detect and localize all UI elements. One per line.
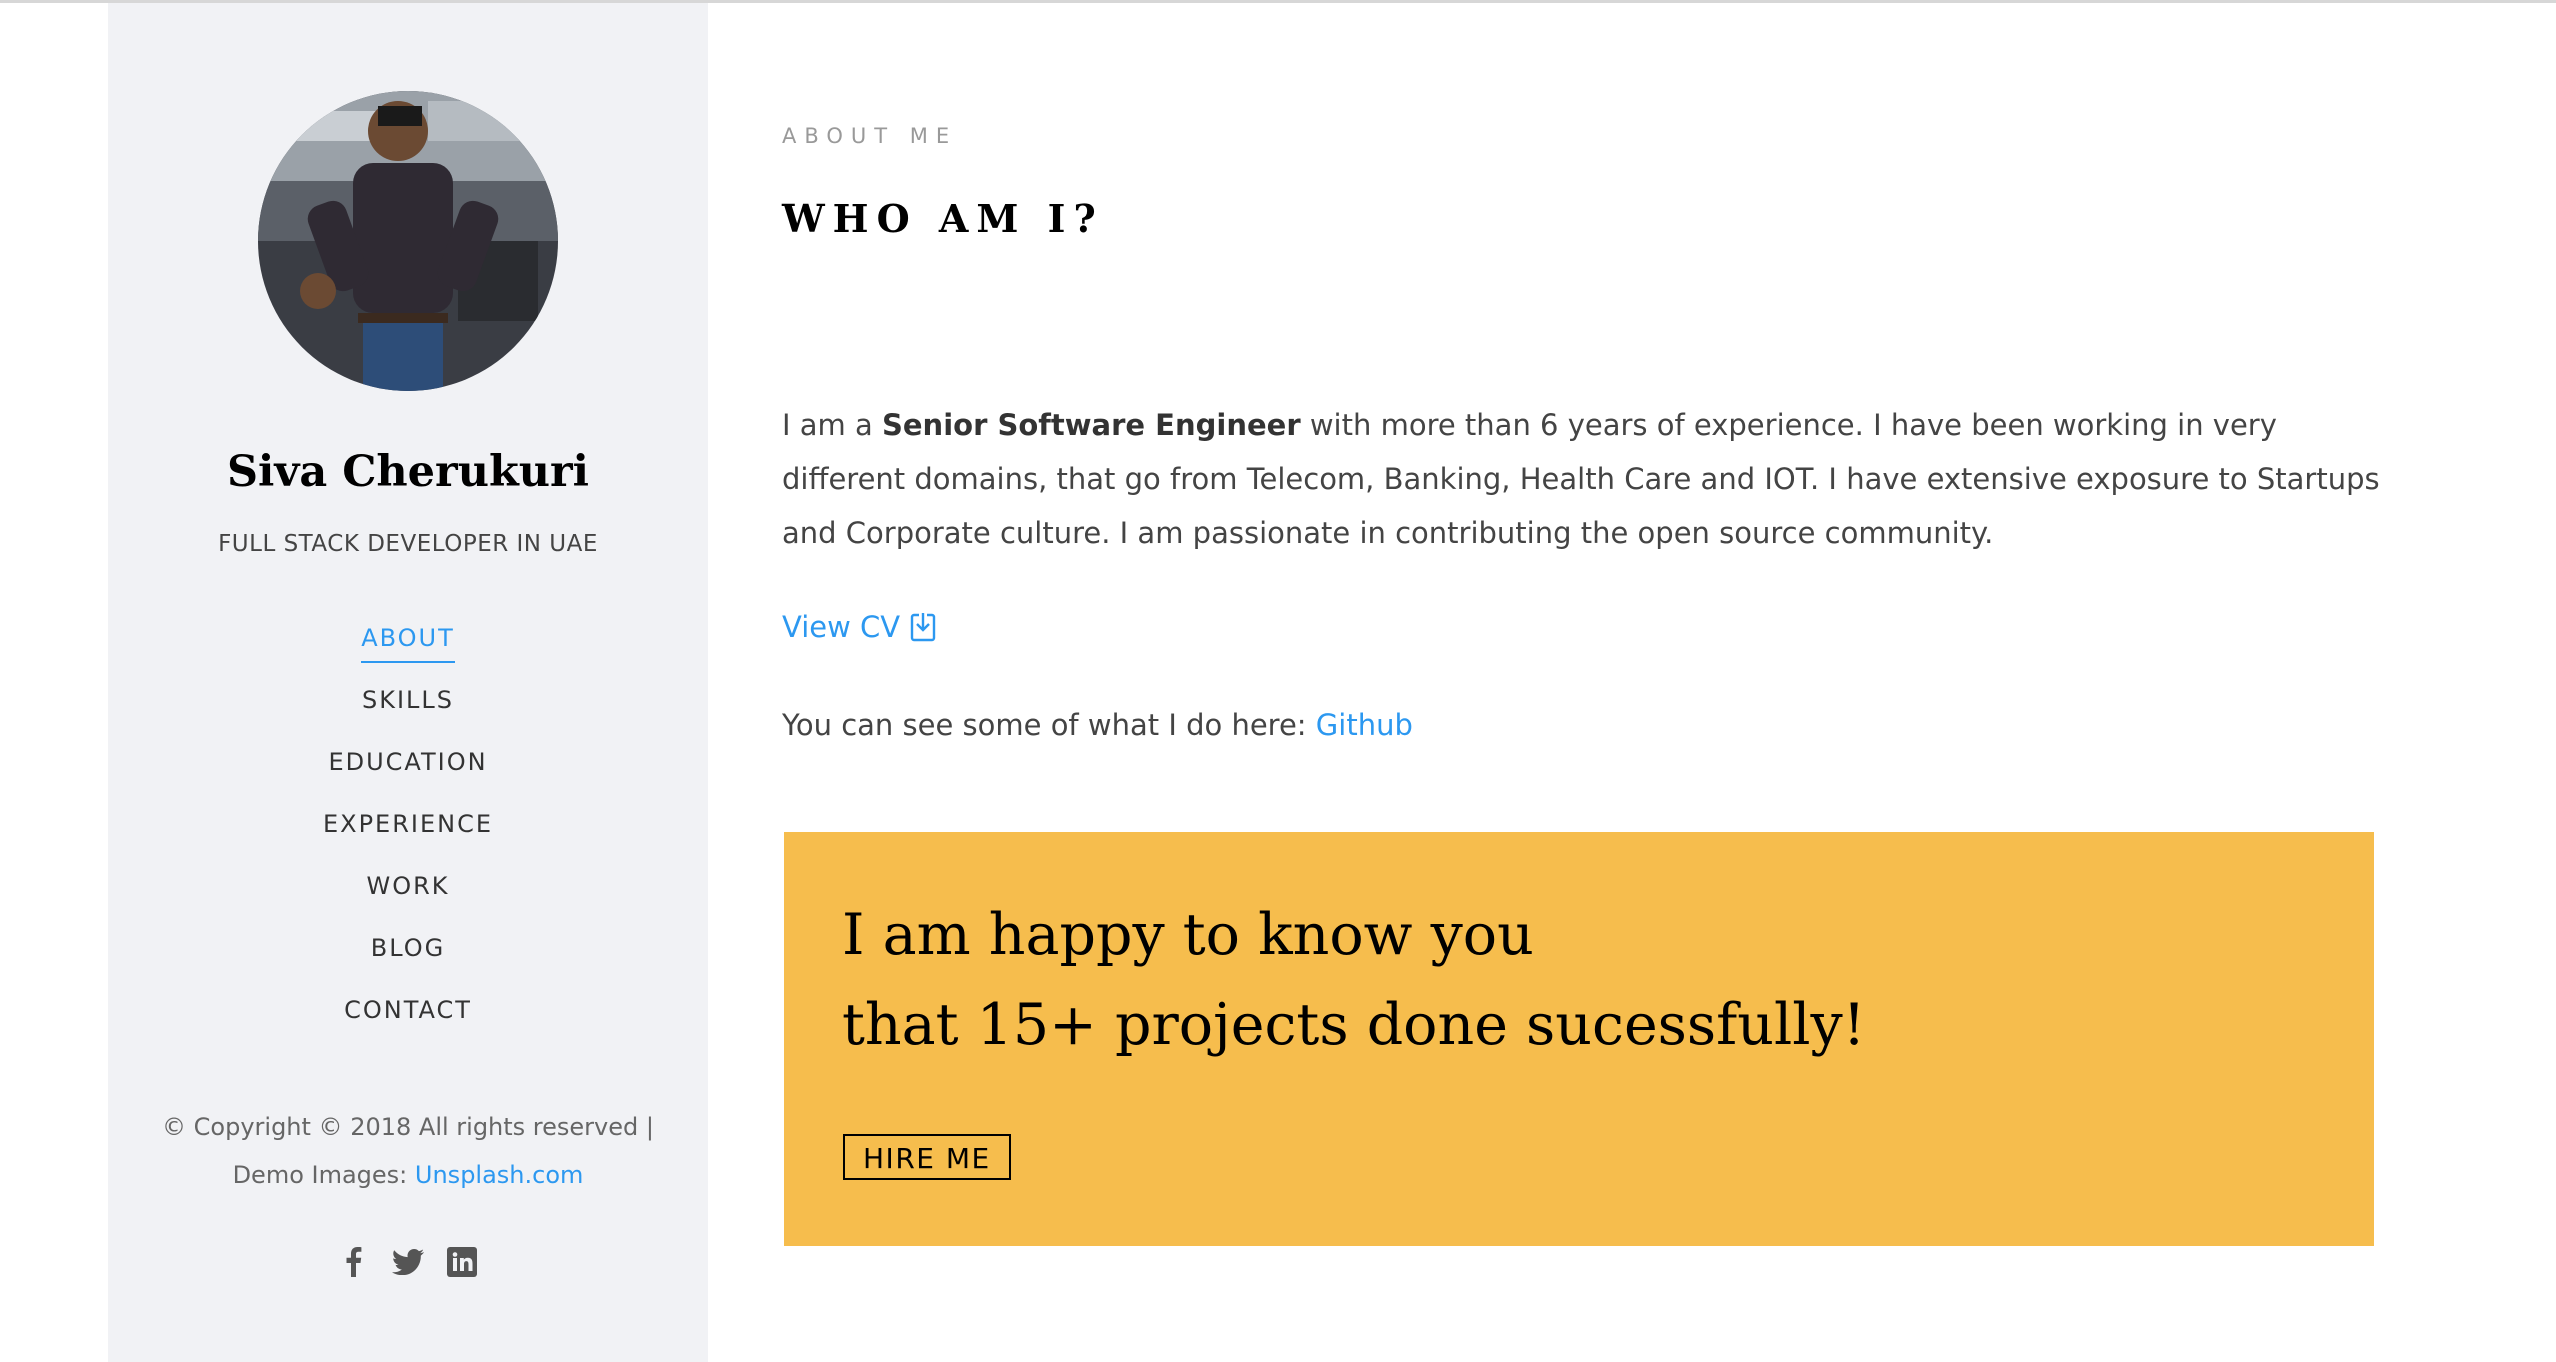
intro-prefix: I am a [782, 408, 882, 442]
main-content: ABOUT ME WHO AM I? I am a Senior Softwar… [782, 0, 2382, 1362]
hire-me-button[interactable]: HIRE ME [843, 1134, 1011, 1180]
nav-item-skills: SKILLS [108, 679, 708, 741]
github-line: You can see some of what I do here: Gith… [782, 708, 1413, 742]
avatar-photo [258, 91, 558, 391]
github-link[interactable]: Github [1316, 708, 1413, 742]
nav-item-contact: CONTACT [108, 989, 708, 1051]
nav-link-about[interactable]: ABOUT [361, 617, 455, 663]
demo-images-label: Demo Images: [232, 1161, 415, 1189]
unsplash-link[interactable]: Unsplash.com [415, 1161, 584, 1189]
linkedin-icon[interactable] [445, 1245, 479, 1279]
section-eyebrow: ABOUT ME [782, 124, 958, 148]
view-cv-link[interactable]: View CV [782, 610, 936, 644]
nav-link-blog[interactable]: BLOG [371, 927, 445, 971]
copyright-text: © Copyright © 2018 All rights reserved | [162, 1113, 654, 1141]
nav-link-contact[interactable]: CONTACT [344, 989, 472, 1033]
twitter-icon[interactable] [391, 1245, 425, 1279]
facebook-icon[interactable] [337, 1245, 371, 1279]
banner-text: I am happy to know you that 15+ projects… [842, 890, 1866, 1070]
profile-title: FULL STACK DEVELOPER IN UAE [218, 531, 598, 557]
demo-images-line: Demo Images: Unsplash.com [108, 1151, 708, 1199]
nav-link-education[interactable]: EDUCATION [328, 741, 487, 785]
download-icon [910, 613, 936, 642]
nav-item-blog: BLOG [108, 927, 708, 989]
sidebar-nav: ABOUT SKILLS EDUCATION EXPERIENCE WORK B… [108, 617, 708, 1051]
sidebar: Siva Cherukuri FULL STACK DEVELOPER IN U… [108, 3, 708, 1362]
nav-link-skills[interactable]: SKILLS [362, 679, 454, 723]
banner-line-2: that 15+ projects done sucessfully! [842, 992, 1866, 1058]
view-cv-label: View CV [782, 610, 901, 644]
nav-link-experience[interactable]: EXPERIENCE [323, 803, 493, 847]
section-heading: WHO AM I? [782, 196, 1104, 241]
intro-bold: Senior Software Engineer [882, 408, 1301, 442]
intro-paragraph: I am a Senior Software Engineer with mor… [782, 398, 2382, 560]
nav-item-about: ABOUT [108, 617, 708, 679]
nav-item-work: WORK [108, 865, 708, 927]
nav-item-experience: EXPERIENCE [108, 803, 708, 865]
social-links [108, 1245, 708, 1279]
github-prefix: You can see some of what I do here: [782, 708, 1316, 742]
nav-item-education: EDUCATION [108, 741, 708, 803]
profile-name: Siva Cherukuri [226, 447, 589, 497]
hire-banner: I am happy to know you that 15+ projects… [784, 832, 2374, 1246]
nav-link-work[interactable]: WORK [366, 865, 449, 909]
copyright: © Copyright © 2018 All rights reserved |… [108, 1103, 708, 1199]
banner-line-1: I am happy to know you [842, 902, 1534, 968]
avatar [258, 91, 558, 391]
